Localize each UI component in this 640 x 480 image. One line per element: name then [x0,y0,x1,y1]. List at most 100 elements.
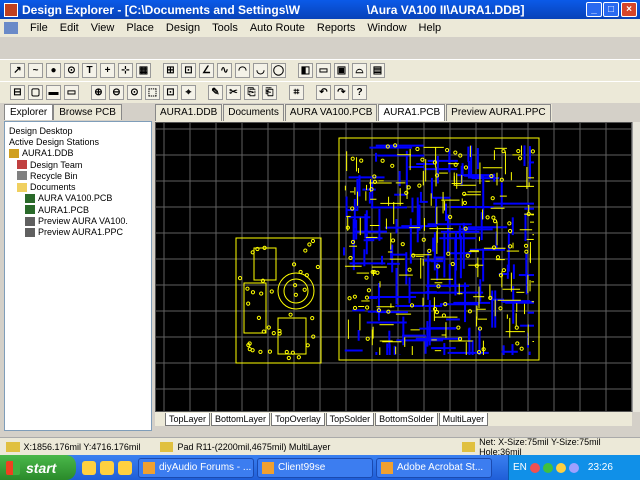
tree-node-label: Recycle Bin [30,170,78,181]
close-button[interactable]: × [621,2,637,17]
tool-button-row1-1[interactable]: ~ [28,63,43,78]
tree-node[interactable]: Recycle Bin [9,170,147,181]
maximize-button[interactable]: □ [603,2,619,17]
tool-button-row1-7[interactable]: ▦ [136,63,151,78]
tool-button-row1-10[interactable]: ⊡ [181,63,196,78]
title-bar[interactable]: Design Explorer - [C:\Documents and Sett… [0,0,640,19]
pad [304,273,309,278]
tool-button-row1-18[interactable]: ▭ [316,63,331,78]
tool-button-row1-3[interactable]: ⊙ [64,63,79,78]
tool-button-row2-1[interactable]: ▢ [28,85,43,100]
tree-node[interactable]: Active Design Stations [9,136,147,147]
taskbar-button-1[interactable]: Client99se [257,457,373,478]
tool-button-row2-15[interactable]: ⎗ [262,85,277,100]
minimize-button[interactable]: _ [586,2,602,17]
desktop-shortcut-icon[interactable] [100,460,114,475]
tray-icon-2[interactable] [542,462,553,473]
menu-reports[interactable]: Reports [311,22,362,34]
tree-node[interactable]: AURA1.PCB [9,204,147,215]
tool-button-row1-0[interactable]: ↗ [10,63,25,78]
layer-tab-topoverlay[interactable]: TopOverlay [271,412,325,426]
tool-button-row1-21[interactable]: ▤ [370,63,385,78]
tool-button-row1-15[interactable]: ◯ [271,63,286,78]
menu-tools[interactable]: Tools [206,22,244,34]
menu-help[interactable]: Help [413,22,448,34]
menu-edit[interactable]: Edit [54,22,85,34]
pad [247,346,252,352]
tool-button-row1-9[interactable]: ⊞ [163,63,178,78]
task-label: Adobe Acrobat St... [397,462,484,473]
tool-button-row2-17[interactable]: ⌗ [289,85,304,100]
menu-file[interactable]: File [24,22,54,34]
tool-button-row1-20[interactable]: ⌓ [352,63,367,78]
tool-button-row2-9[interactable]: ⊡ [163,85,178,100]
tool-button-row1-17[interactable]: ◧ [298,63,313,78]
menu-view[interactable]: View [85,22,121,34]
tool-button-row2-8[interactable]: ⬚ [145,85,160,100]
pad [246,301,251,306]
tool-button-row1-19[interactable]: ▣ [334,63,349,78]
doc-tab-2[interactable]: AURA VA100.PCB [284,104,378,121]
tool-button-row2-6[interactable]: ⊖ [109,85,124,100]
tool-button-row2-20[interactable]: ↷ [334,85,349,100]
document-menu-icon[interactable] [4,22,18,34]
ie-icon[interactable] [82,460,96,475]
tool-button-row1-12[interactable]: ∿ [217,63,232,78]
pcb-drawing[interactable] [156,123,632,412]
menu-window[interactable]: Window [361,22,412,34]
tree-node[interactable]: Design Team [9,159,147,170]
tree-node[interactable]: AURA1.DDB [9,148,147,159]
tool-button-row2-5[interactable]: ⊕ [91,85,106,100]
tool-button-row1-13[interactable]: ◠ [235,63,250,78]
tool-button-row2-3[interactable]: ▭ [64,85,79,100]
tree-node[interactable]: Preview AURA1.PPC [9,227,147,238]
start-button[interactable]: start [0,455,76,480]
tray-icon-4[interactable] [568,462,579,473]
pad [375,270,380,275]
tray-icon-3[interactable] [555,462,566,473]
doc-tab-3[interactable]: AURA1.PCB [378,104,446,121]
tool-button-row1-14[interactable]: ◡ [253,63,268,78]
layer-tab-multilayer[interactable]: MultiLayer [438,412,489,426]
tree-node-label: Design Desktop [9,125,73,136]
tool-button-row2-14[interactable]: ⎘ [244,85,259,100]
menu-design[interactable]: Design [160,22,206,34]
tool-button-row2-12[interactable]: ✎ [208,85,223,100]
media-icon[interactable] [118,460,132,475]
capacitor-outline [277,272,315,310]
vertical-scrollbar[interactable] [632,122,640,412]
tool-button-row1-6[interactable]: ⊹ [118,63,133,78]
tree-node[interactable]: AURA VA100.PCB [9,193,147,204]
doc-tab-0[interactable]: AURA1.DDB [155,104,223,121]
tool-button-row2-21[interactable]: ? [352,85,367,100]
tool-button-row1-5[interactable]: + [100,63,115,78]
menu-place[interactable]: Place [120,22,160,34]
tree-node[interactable]: Design Desktop [9,125,147,136]
layer-tab-bottomlayer[interactable]: BottomLayer [211,412,271,426]
tool-button-row2-19[interactable]: ↶ [316,85,331,100]
tab-explorer[interactable]: Explorer [4,104,54,120]
tool-button-row1-4[interactable]: T [82,63,97,78]
tree-node[interactable]: Documents [9,181,147,192]
taskbar-button-2[interactable]: Adobe Acrobat St... [376,457,492,478]
tool-button-row2-7[interactable]: ⊙ [127,85,142,100]
app-icon [4,2,18,17]
layer-tab-bottomsolder[interactable]: BottomSolder [375,412,438,426]
layer-tab-toplayer[interactable]: TopLayer [165,412,211,426]
doc-tab-4[interactable]: Preview AURA1.PPC [446,104,551,121]
tray-icon-1[interactable] [529,462,540,473]
tool-button-row1-2[interactable]: ● [46,63,61,78]
layer-tab-topsolder[interactable]: TopSolder [325,412,375,426]
tab-browse-pcb[interactable]: Browse PCB [53,104,122,120]
tree-node[interactable]: Preview AURA VA100. [9,215,147,226]
language-indicator[interactable]: EN [513,462,527,473]
tool-button-row2-10[interactable]: ⌖ [181,85,196,100]
tool-button-row2-2[interactable]: ▬ [46,85,61,100]
tool-button-row2-0[interactable]: ⊟ [10,85,25,100]
pcb-canvas[interactable] [155,122,632,412]
tool-button-row1-11[interactable]: ∠ [199,63,214,78]
menu-auto-route[interactable]: Auto Route [244,22,311,34]
doc-tab-1[interactable]: Documents [223,104,284,121]
tool-button-row2-13[interactable]: ✂ [226,85,241,100]
taskbar-button-0[interactable]: diyAudio Forums - ... [138,457,254,478]
